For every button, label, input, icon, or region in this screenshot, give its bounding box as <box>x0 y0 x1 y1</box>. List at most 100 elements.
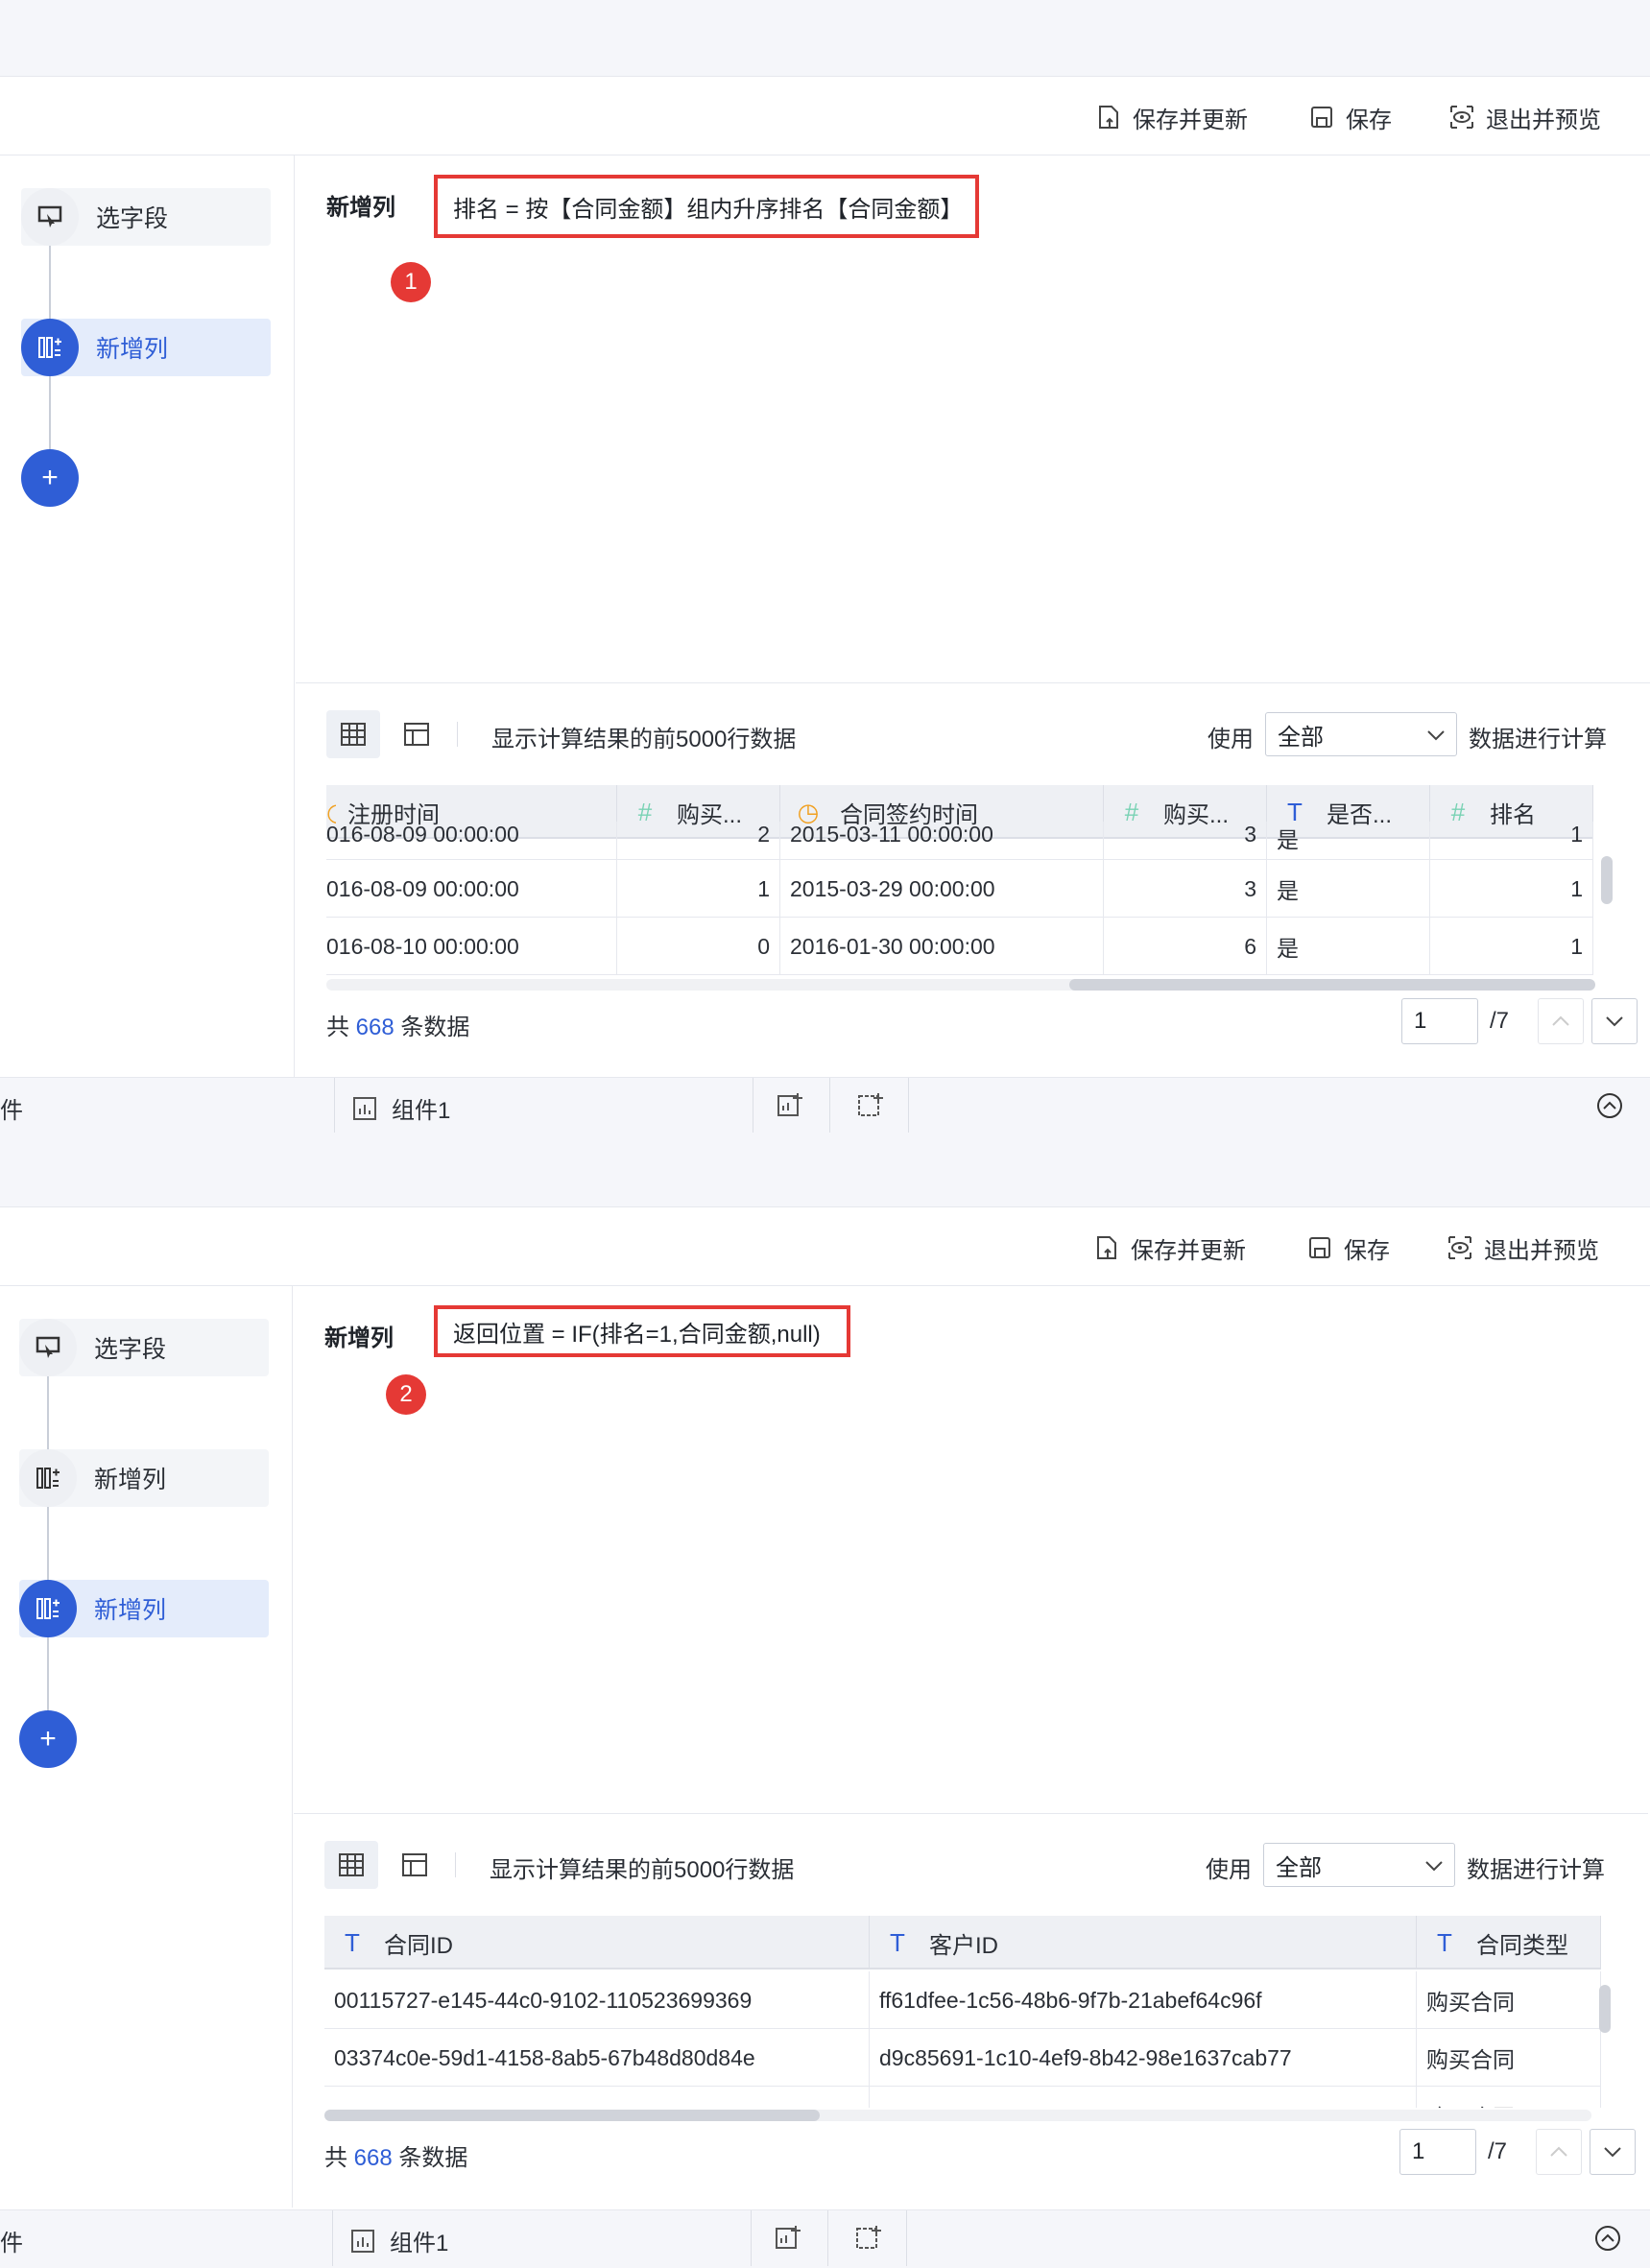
table-row[interactable]: 016-08-10 00:00:00 0 2016-01-30 00:00:00… <box>326 918 1593 975</box>
text-type-icon: T <box>345 1927 360 1957</box>
save-label: 保存 <box>1346 107 1392 133</box>
table-view-tab[interactable] <box>326 710 380 758</box>
page-next-button[interactable] <box>1590 2129 1636 2175</box>
column-header[interactable]: T 合同类型 <box>1417 1916 1601 1970</box>
step-add-column[interactable]: 新增列 <box>21 319 271 376</box>
record-count-suffix: 条数据 <box>398 2145 468 2171</box>
exit-and-preview-button[interactable]: 退出并预览 <box>1447 100 1601 134</box>
component-tab-label: 组件1 <box>390 2231 449 2256</box>
component-tab[interactable]: 组件1 <box>351 1091 450 1125</box>
record-count-prefix: 共 <box>326 1015 349 1040</box>
table-cell: 1 <box>1430 860 1593 918</box>
table-cell: 是 <box>1267 918 1430 975</box>
step-add-column[interactable]: 新增列 <box>19 1449 269 1507</box>
step-select-field-label: 选字段 <box>94 1336 167 1363</box>
step-connector <box>47 1348 49 1731</box>
divider <box>457 722 458 747</box>
save-label: 保存 <box>1344 1237 1390 1264</box>
add-widget-button[interactable] <box>854 2224 883 2257</box>
scope-select[interactable]: 全部 <box>1263 1843 1455 1887</box>
formula-expression[interactable]: 返回位置 = IF(排名=1,合同金额,null) <box>434 1305 850 1357</box>
table-cell: 3 <box>1104 860 1267 918</box>
step-select-field[interactable]: 选字段 <box>19 1319 269 1376</box>
divider <box>827 2210 828 2266</box>
table-cell: 00115727-e145-44c0-9102-110523699369 <box>324 1971 870 2029</box>
table-cell <box>870 2087 1417 2108</box>
table-row[interactable]: 购买合同 <box>324 2087 1601 2108</box>
steps-sidebar: 选字段 新增列 + <box>0 155 295 1077</box>
exit-and-preview-button[interactable]: 退出并预览 <box>1446 1230 1599 1265</box>
formula-editor[interactable]: 新增列 排名 = 按【合同金额】组内升序排名【合同金额】 1 <box>296 155 1650 683</box>
vertical-scrollbar-thumb[interactable] <box>1601 856 1613 904</box>
page-prev-button[interactable] <box>1538 998 1584 1044</box>
table-view-tab[interactable] <box>324 1841 378 1889</box>
layout-view-tab[interactable] <box>390 710 443 758</box>
collapse-button[interactable] <box>1593 2224 1622 2257</box>
table-row[interactable]: 00115727-e145-44c0-9102-110523699369 ff6… <box>324 1971 1601 2029</box>
add-component-button[interactable] <box>774 2224 802 2257</box>
add-step-button[interactable]: + <box>21 449 79 507</box>
table-cell: 1 <box>1430 822 1593 860</box>
add-step-button[interactable]: + <box>19 1710 77 1768</box>
save-and-update-button[interactable]: 保存并更新 <box>1094 100 1248 134</box>
formula-expression[interactable]: 排名 = 按【合同金额】组内升序排名【合同金额】 <box>434 175 979 238</box>
record-count: 共 668 条数据 <box>324 2138 467 2172</box>
page-prev-button[interactable] <box>1536 2129 1582 2175</box>
table-cell: 016-08-09 00:00:00 <box>326 822 617 860</box>
use-label: 使用 <box>1206 1857 1252 1883</box>
step-select-field[interactable]: 选字段 <box>21 188 271 246</box>
column-header[interactable]: T 客户ID <box>870 1916 1417 1970</box>
annotation-badge: 1 <box>391 262 431 302</box>
save-button[interactable]: 保存 <box>1305 1230 1390 1265</box>
table-header: T 合同ID T 客户ID T 合同类型 <box>324 1916 1601 1970</box>
divider <box>332 2210 333 2266</box>
save-and-update-button[interactable]: 保存并更新 <box>1092 1230 1246 1265</box>
page-input[interactable]: 1 <box>1399 2129 1476 2175</box>
data-table: T 合同ID T 客户ID T 合同类型 00115727-e145-44c0-910… <box>324 1916 1601 2108</box>
divider <box>334 1078 335 1134</box>
column-header-label: 合同ID <box>384 1932 453 1959</box>
table-cell: 2015-03-29 00:00:00 <box>780 860 1104 918</box>
chevron-up-icon <box>1552 1015 1569 1026</box>
horizontal-scrollbar-thumb[interactable] <box>324 2110 820 2121</box>
select-field-icon <box>19 1319 77 1376</box>
page-input[interactable]: 1 <box>1401 998 1478 1044</box>
use-label: 使用 <box>1208 727 1254 752</box>
add-column-icon <box>19 1580 77 1637</box>
select-field-icon <box>21 188 79 246</box>
vertical-scrollbar-thumb[interactable] <box>1599 1985 1611 2033</box>
scope-select-value: 全部 <box>1276 1854 1322 1881</box>
column-header[interactable]: T 合同ID <box>324 1916 870 1970</box>
table-row[interactable]: 03374c0e-59d1-4158-8ab5-67b48d80d84e d9c… <box>324 2029 1601 2087</box>
add-widget-button[interactable] <box>856 1091 885 1125</box>
scope-select[interactable]: 全部 <box>1265 712 1457 756</box>
save-and-update-label: 保存并更新 <box>1131 1237 1246 1264</box>
save-button[interactable]: 保存 <box>1307 100 1392 134</box>
collapse-button[interactable] <box>1595 1091 1624 1125</box>
page-next-button[interactable] <box>1591 998 1638 1044</box>
preview-eye-icon <box>1450 106 1473 129</box>
table-cell: 0 <box>617 918 780 975</box>
data-preview: 显示计算结果的前5000行数据 使用 全部 数据进行计算 T 合同ID T 客户ID… <box>294 1814 1648 2208</box>
chevron-down-icon <box>1427 730 1445 741</box>
formula-editor[interactable]: 新增列 返回位置 = IF(排名=1,合同金额,null) 2 <box>294 1286 1648 1814</box>
chevron-down-icon <box>1606 1016 1623 1027</box>
table-cell: 购买合同 <box>1417 2087 1601 2108</box>
table-cell: 购买合同 <box>1417 1971 1601 2029</box>
component-tab[interactable]: 组件1 <box>349 2224 448 2257</box>
step-add-column-label: 新增列 <box>94 1597 167 1624</box>
horizontal-scrollbar-thumb[interactable] <box>1069 979 1595 991</box>
step-add-column[interactable]: 新增列 <box>19 1580 269 1637</box>
text-type-icon: T <box>890 1927 905 1957</box>
table-cell: 1 <box>617 860 780 918</box>
page-total: /7 <box>1490 1008 1510 1034</box>
add-column-icon <box>19 1449 77 1507</box>
table-cell: 是 <box>1267 860 1430 918</box>
calc-label: 数据进行计算 <box>1469 727 1607 752</box>
add-component-button[interactable] <box>776 1091 804 1125</box>
table-row[interactable]: 016-08-09 00:00:00 2 2015-03-11 00:00:00… <box>326 822 1593 860</box>
plus-icon: + <box>39 1723 57 1755</box>
layout-view-icon <box>404 723 429 746</box>
table-row[interactable]: 016-08-09 00:00:00 1 2015-03-29 00:00:00… <box>326 860 1593 918</box>
layout-view-tab[interactable] <box>388 1841 442 1889</box>
